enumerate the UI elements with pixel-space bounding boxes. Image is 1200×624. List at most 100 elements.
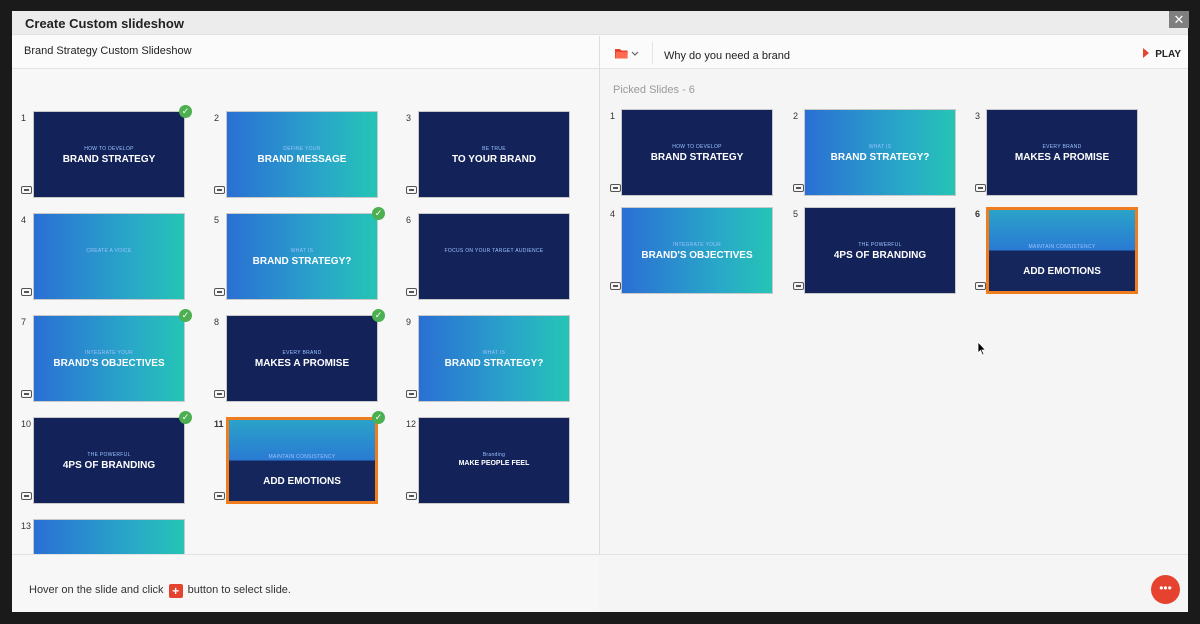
- folder-icon: [615, 49, 639, 59]
- slide-settings-icon[interactable]: [21, 492, 32, 500]
- picked-check-icon: ✓: [372, 207, 385, 220]
- slide-heading: HOW TO DEVELOP: [84, 146, 134, 152]
- slide-title: ADD EMOTIONS: [263, 476, 341, 487]
- slide-heading: WHAT IS: [482, 350, 506, 356]
- slide-heading: Branding: [482, 452, 506, 458]
- slide-heading: MAINTAIN CONSISTENCY: [268, 454, 336, 460]
- left-slide-thumbnail[interactable]: WHAT IS BRAND STRATEGY?: [418, 315, 570, 402]
- slide-heading: EVERY BRAND: [1042, 144, 1082, 150]
- slideshow-name-bar: Brand Strategy Custom Slideshow: [12, 36, 599, 69]
- slide-heading: MAINTAIN CONSISTENCY: [1028, 244, 1096, 250]
- left-slide-number: 2: [214, 113, 220, 123]
- slide-heading: THE POWERFUL: [87, 452, 131, 458]
- folder-dropdown-button[interactable]: [614, 46, 644, 60]
- play-label: PLAY: [1155, 49, 1181, 60]
- slide-settings-icon[interactable]: [214, 390, 225, 398]
- picked-check-icon: ✓: [372, 309, 385, 322]
- chevron-down-icon: [631, 51, 639, 56]
- picked-slide-thumbnail[interactable]: EVERY BRAND MAKES A PROMISE: [986, 109, 1138, 196]
- left-slide-thumbnail[interactable]: Branding MAKE PEOPLE FEEL: [418, 417, 570, 504]
- left-slide-number: 9: [406, 317, 412, 327]
- slide-heading: BE TRUE: [482, 146, 506, 152]
- slide-settings-icon[interactable]: [406, 288, 417, 296]
- left-slide-thumbnail[interactable]: MAINTAIN CONSISTENCY ADD EMOTIONS: [226, 417, 378, 504]
- slide-title: BRAND STRATEGY: [650, 152, 744, 163]
- picked-count-label: Picked Slides - 6: [613, 84, 695, 96]
- picked-slide-number: 4: [610, 209, 616, 219]
- slide-heading: WHAT IS: [868, 144, 892, 150]
- left-slide-thumbnail[interactable]: THE POWERFUL 4PS OF BRANDING: [33, 417, 185, 504]
- left-slide-thumbnail[interactable]: FOCUS ON YOUR TARGET AUDIENCE: [418, 213, 570, 300]
- slide-settings-icon[interactable]: [21, 288, 32, 296]
- plus-icon: +: [168, 584, 183, 598]
- left-slide-number: 4: [21, 215, 27, 225]
- left-slide-thumbnail[interactable]: HOW TO DEVELOP BRAND STRATEGY: [33, 111, 185, 198]
- dialog-title: Create Custom slideshow: [25, 16, 184, 31]
- left-slide-thumbnail[interactable]: WHAT IS BRAND STRATEGY?: [226, 213, 378, 300]
- slide-title: BRAND'S OBJECTIVES: [53, 358, 165, 369]
- left-slide-thumbnail[interactable]: CREATE A VOICE: [33, 213, 185, 300]
- dialog-header: Create Custom slideshow: [12, 11, 1188, 35]
- picked-slide-number: 1: [610, 111, 616, 121]
- slide-heading: HOW TO DEVELOP: [672, 144, 722, 150]
- picked-slide-thumbnail[interactable]: THE POWERFUL 4PS OF BRANDING: [804, 207, 956, 294]
- slide-settings-icon[interactable]: [21, 390, 32, 398]
- close-button[interactable]: ✕: [1169, 11, 1189, 28]
- slide-settings-icon[interactable]: [406, 492, 417, 500]
- slide-settings-icon[interactable]: [975, 282, 986, 290]
- left-slide-number: 3: [406, 113, 412, 123]
- picked-slide-number: 5: [793, 209, 799, 219]
- slide-settings-icon[interactable]: [610, 282, 621, 290]
- slide-title: ADD EMOTIONS: [1023, 266, 1101, 277]
- all-slides-pane: Brand Strategy Custom Slideshow 1 HOW TO …: [12, 36, 599, 612]
- picked-slides-pane: Why do you need a brand PLAY Picked Slid…: [599, 36, 1188, 612]
- picked-slide-thumbnail[interactable]: INTEGRATE YOUR BRAND'S OBJECTIVES: [621, 207, 773, 294]
- slide-heading: DEFINE YOUR: [283, 146, 321, 152]
- slide-settings-icon[interactable]: [975, 184, 986, 192]
- slide-title: MAKES A PROMISE: [1014, 152, 1110, 163]
- picked-slide-thumbnail[interactable]: MAINTAIN CONSISTENCY ADD EMOTIONS: [986, 207, 1138, 294]
- slide-settings-icon[interactable]: [214, 288, 225, 296]
- left-slide-thumbnail[interactable]: INTEGRATE YOUR BRAND'S OBJECTIVES: [33, 315, 185, 402]
- slide-title: BRAND MESSAGE: [257, 154, 347, 165]
- slide-heading: INTEGRATE YOUR: [84, 350, 134, 356]
- slide-settings-icon[interactable]: [406, 186, 417, 194]
- slideshow-description-input[interactable]: Why do you need a brand: [664, 50, 790, 62]
- play-button[interactable]: PLAY: [1143, 48, 1181, 60]
- slide-title: BRAND'S OBJECTIVES: [641, 250, 753, 261]
- slide-settings-icon[interactable]: [214, 492, 225, 500]
- left-slide-thumbnail[interactable]: DEFINE YOUR BRAND MESSAGE: [226, 111, 378, 198]
- left-slide-thumbnail[interactable]: EVERY BRAND MAKES A PROMISE: [226, 315, 378, 402]
- slide-heading: EVERY BRAND: [282, 350, 322, 356]
- left-slide-number: 7: [21, 317, 27, 327]
- left-slide-number: 1: [21, 113, 27, 123]
- slide-title: MAKES A PROMISE: [254, 358, 350, 369]
- left-slide-number: 10: [21, 419, 32, 429]
- left-slide-number: 8: [214, 317, 220, 327]
- picked-slide-number: 3: [975, 111, 981, 121]
- divider: [652, 42, 653, 64]
- slide-settings-icon[interactable]: [793, 184, 804, 192]
- slide-title: BRAND STRATEGY?: [830, 152, 930, 163]
- play-icon: [1143, 48, 1150, 58]
- picked-check-icon: ✓: [179, 309, 192, 322]
- slide-settings-icon[interactable]: [610, 184, 621, 192]
- left-slide-thumbnail[interactable]: BE TRUE TO YOUR BRAND: [418, 111, 570, 198]
- slide-settings-icon[interactable]: [793, 282, 804, 290]
- left-footer: Hover on the slide and click + button to…: [12, 554, 599, 612]
- slide-settings-icon[interactable]: [406, 390, 417, 398]
- picked-slide-number: 6: [975, 209, 981, 219]
- picked-check-icon: ✓: [179, 105, 192, 118]
- slide-settings-icon[interactable]: [21, 186, 32, 194]
- picked-slide-thumbnail[interactable]: WHAT IS BRAND STRATEGY?: [804, 109, 956, 196]
- left-slide-number: 13: [21, 521, 32, 531]
- slideshow-name-input[interactable]: Brand Strategy Custom Slideshow: [24, 45, 192, 57]
- slide-heading: CREATE A VOICE: [86, 248, 132, 254]
- slide-settings-icon[interactable]: [214, 186, 225, 194]
- picked-slide-number: 2: [793, 111, 799, 121]
- right-footer: •••: [599, 554, 1188, 612]
- picked-check-icon: ✓: [179, 411, 192, 424]
- slide-title: BRAND STRATEGY: [62, 154, 156, 165]
- picked-slide-thumbnail[interactable]: HOW TO DEVELOP BRAND STRATEGY: [621, 109, 773, 196]
- more-options-button[interactable]: •••: [1151, 575, 1180, 604]
